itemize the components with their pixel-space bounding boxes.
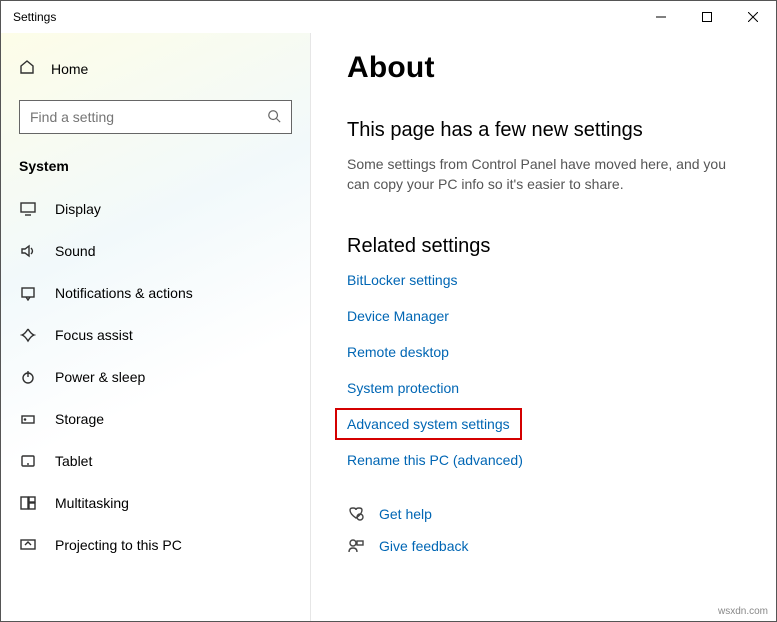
link-remote-desktop[interactable]: Remote desktop: [347, 344, 449, 360]
link-bitlocker[interactable]: BitLocker settings: [347, 272, 458, 288]
search-icon: [267, 109, 281, 126]
sidebar-item-storage[interactable]: Storage: [1, 398, 310, 440]
search-input[interactable]: [19, 100, 292, 134]
focus-assist-icon: [19, 327, 37, 343]
get-help-link[interactable]: Get help: [379, 506, 432, 522]
home-button[interactable]: Home: [1, 51, 310, 86]
sidebar-item-sound[interactable]: Sound: [1, 230, 310, 272]
sidebar-item-label: Storage: [55, 411, 104, 427]
link-device-manager[interactable]: Device Manager: [347, 308, 449, 324]
page-title: About: [347, 51, 748, 85]
sidebar-item-focus-assist[interactable]: Focus assist: [1, 314, 310, 356]
subheading: This page has a few new settings: [347, 119, 748, 142]
sidebar-item-label: Power & sleep: [55, 369, 145, 385]
sidebar-item-display[interactable]: Display: [1, 188, 310, 230]
get-help-row[interactable]: Get help: [347, 506, 748, 522]
window-controls: [638, 1, 776, 33]
storage-icon: [19, 411, 37, 427]
content-pane: About This page has a few new settings S…: [311, 33, 776, 621]
sidebar-item-tablet[interactable]: Tablet: [1, 440, 310, 482]
link-rename-pc[interactable]: Rename this PC (advanced): [347, 452, 523, 468]
power-icon: [19, 369, 37, 385]
minimize-button[interactable]: [638, 1, 684, 33]
sidebar-item-label: Tablet: [55, 453, 92, 469]
feedback-link[interactable]: Give feedback: [379, 538, 469, 554]
link-advanced-system-settings[interactable]: Advanced system settings: [335, 408, 522, 440]
sidebar-item-notifications[interactable]: Notifications & actions: [1, 272, 310, 314]
notifications-icon: [19, 285, 37, 301]
sidebar: Home System Display Sound Notifications …: [1, 33, 311, 621]
help-section: Get help Give feedback: [347, 506, 748, 554]
multitasking-icon: [19, 495, 37, 511]
feedback-row[interactable]: Give feedback: [347, 538, 748, 554]
display-icon: [19, 201, 37, 217]
sidebar-item-multitasking[interactable]: Multitasking: [1, 482, 310, 524]
nav-list: Display Sound Notifications & actions Fo…: [1, 188, 310, 566]
sound-icon: [19, 243, 37, 259]
sidebar-item-label: Multitasking: [55, 495, 129, 511]
description: Some settings from Control Panel have mo…: [347, 154, 748, 195]
home-icon: [19, 59, 35, 78]
home-label: Home: [51, 61, 88, 77]
sidebar-item-label: Focus assist: [55, 327, 133, 343]
related-heading: Related settings: [347, 235, 748, 258]
titlebar: Settings: [1, 1, 776, 33]
help-icon: [347, 506, 365, 522]
projecting-icon: [19, 537, 37, 553]
sidebar-item-label: Display: [55, 201, 101, 217]
search-field[interactable]: [30, 109, 267, 125]
tablet-icon: [19, 453, 37, 469]
related-links: BitLocker settings Device Manager Remote…: [347, 272, 748, 468]
window-title: Settings: [13, 10, 56, 24]
section-heading: System: [1, 152, 310, 188]
sidebar-item-label: Notifications & actions: [55, 285, 193, 301]
link-system-protection[interactable]: System protection: [347, 380, 459, 396]
watermark: wsxdn.com: [718, 606, 768, 617]
feedback-icon: [347, 538, 365, 554]
sidebar-item-power[interactable]: Power & sleep: [1, 356, 310, 398]
sidebar-item-label: Sound: [55, 243, 95, 259]
close-button[interactable]: [730, 1, 776, 33]
maximize-button[interactable]: [684, 1, 730, 33]
sidebar-item-projecting[interactable]: Projecting to this PC: [1, 524, 310, 566]
sidebar-item-label: Projecting to this PC: [55, 537, 182, 553]
